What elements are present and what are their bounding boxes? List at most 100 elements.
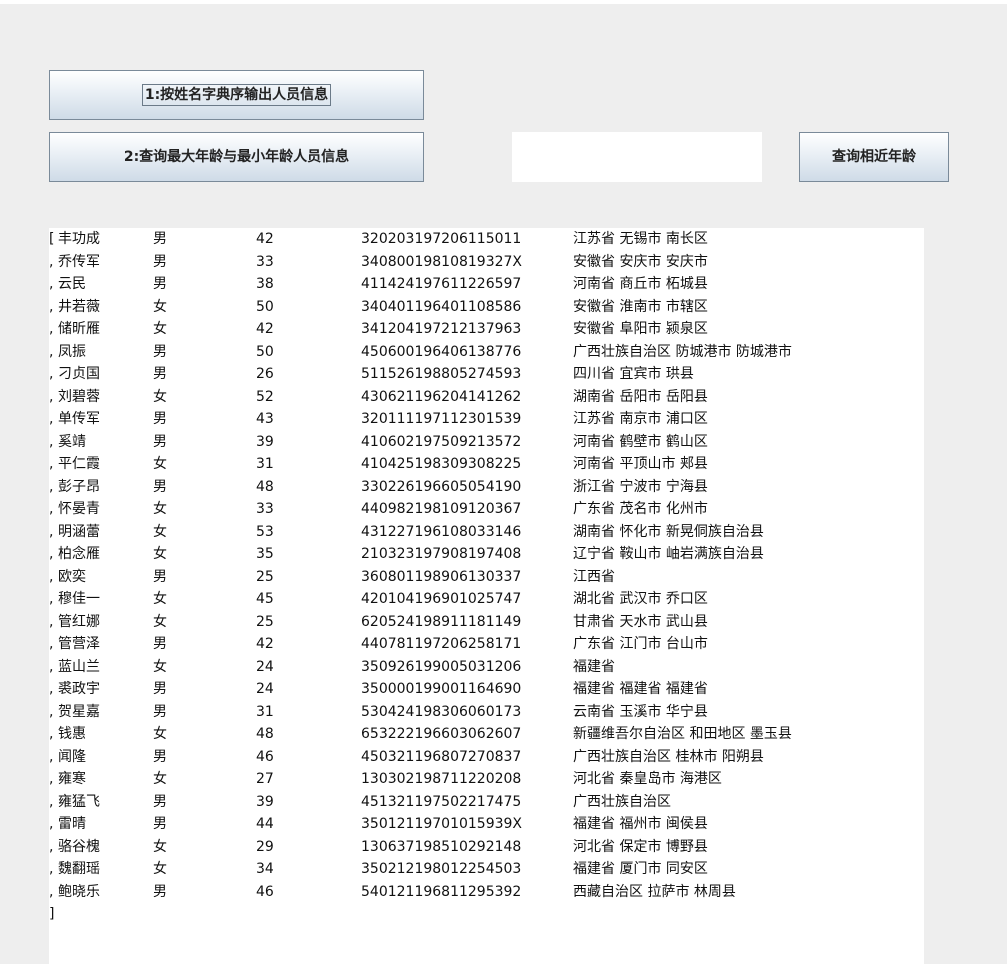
row-prefix: ,: [49, 726, 54, 742]
query-max-min-age-button[interactable]: 2:查询最大年龄与最小年龄人员信息: [49, 132, 424, 182]
person-address: 湖北省 武汉市 乔口区: [573, 591, 708, 607]
person-age: 50: [256, 298, 274, 315]
person-name: 魏翻瑶: [58, 861, 100, 877]
person-age: 43: [256, 411, 274, 427]
person-id-number: 450321196807270837: [361, 748, 522, 765]
person-id-number: 440982198109120367: [361, 501, 522, 517]
person-age: 26: [256, 366, 274, 382]
person-address: 福建省: [573, 658, 615, 675]
person-id-number: 320111197112301539: [361, 411, 522, 427]
person-age: 33: [256, 501, 274, 517]
row-prefix: ,: [49, 343, 54, 360]
person-id-number: 653222196603062607: [361, 726, 522, 742]
person-id-number: 360801198906130337: [361, 568, 522, 585]
row-prefix: ,: [49, 523, 54, 540]
person-name: 蓝山兰: [58, 658, 100, 675]
person-sex: 男: [153, 411, 167, 427]
row-prefix: ,: [49, 838, 54, 855]
person-name: 穆佳一: [58, 591, 100, 607]
person-sex: 女: [153, 456, 167, 472]
person-id-number: 440781197206258171: [361, 636, 522, 652]
person-id-number: 411424197611226597: [361, 276, 522, 292]
person-sex: 男: [153, 748, 167, 765]
person-age: 25: [256, 613, 274, 630]
person-address: 辽宁省 鞍山市 岫岩满族自治县: [573, 546, 764, 562]
person-name: 奚靖: [58, 433, 86, 450]
person-address: 广西壮族自治区: [573, 793, 671, 810]
person-id-number: 350000199001164690: [361, 681, 522, 697]
person-sex: 男: [153, 568, 167, 585]
person-sex: 女: [153, 658, 167, 675]
person-address: 江苏省 无锡市 南长区: [573, 231, 708, 247]
row-prefix: ,: [49, 478, 54, 495]
person-name: 凤振: [58, 343, 86, 360]
row-prefix: ,: [49, 433, 54, 450]
person-id-number: 341204197212137963: [361, 321, 522, 337]
row-prefix: ,: [49, 501, 54, 517]
person-age: 53: [256, 523, 274, 540]
person-id-number: 410425198309308225: [361, 456, 522, 472]
person-id-number: 35012119701015939X: [361, 816, 523, 832]
person-name: 骆谷槐: [58, 838, 100, 855]
row-prefix: ,: [49, 613, 54, 630]
person-address: 浙江省 宁波市 宁海县: [573, 478, 708, 495]
person-name: 钱惠: [58, 726, 86, 742]
person-age: 29: [256, 838, 274, 855]
person-name: 云民: [58, 276, 86, 292]
person-address: 湖南省 怀化市 新晃侗族自治县: [573, 523, 764, 540]
person-id-number: 340401196401108586: [361, 298, 522, 315]
person-age: 46: [256, 748, 274, 765]
query-max-min-age-label: 2:查询最大年龄与最小年龄人员信息: [123, 149, 350, 165]
person-address: 江苏省 南京市 浦口区: [573, 411, 708, 427]
query-similar-age-button[interactable]: 查询相近年龄: [799, 132, 949, 182]
person-sex: 男: [153, 478, 167, 495]
age-input[interactable]: [512, 132, 762, 182]
person-name: 雍猛飞: [58, 793, 100, 810]
person-age: 42: [256, 636, 274, 652]
person-sex: 女: [153, 591, 167, 607]
person-address: 广西壮族自治区 桂林市 阳朔县: [573, 748, 764, 765]
row-prefix: ,: [49, 276, 54, 292]
output-text-area[interactable]: [丰功成男 42 320203197206115011 江苏省 无锡市 南长区, 乔传军…: [49, 228, 924, 964]
person-address: 安徽省 淮南市 市辖区: [573, 298, 708, 315]
row-prefix: ,: [49, 253, 54, 270]
person-sex: 男: [153, 276, 167, 292]
person-id-number: 420104196901025747: [361, 591, 522, 607]
person-address: 广西壮族自治区 防城港市 防城港市: [573, 343, 792, 360]
person-name: 欧奕: [58, 568, 86, 585]
person-sex: 女: [153, 838, 167, 855]
person-id-number: 350212198012254503: [361, 861, 522, 877]
person-name: 贺星嘉: [58, 703, 100, 720]
person-name: 储昕雁: [58, 321, 100, 337]
person-address: 江西省: [573, 568, 615, 585]
person-name: 怀晏青: [58, 501, 100, 517]
row-prefix: ,: [49, 321, 54, 337]
row-prefix: ,: [49, 681, 54, 697]
person-name: 井若薇: [58, 298, 100, 315]
person-id-number: 210323197908197408: [361, 546, 522, 562]
person-id-number: 430621196204141262: [361, 388, 522, 405]
person-name: 雍寒: [58, 771, 86, 787]
person-id-number: 620524198911181149: [361, 613, 522, 630]
person-address: 福建省 厦门市 同安区: [573, 861, 708, 877]
person-address: 广东省 茂名市 化州市: [573, 501, 708, 517]
person-address: 安徽省 阜阳市 颍泉区: [573, 321, 708, 337]
row-prefix: ,: [49, 388, 54, 405]
person-sex: 男: [153, 883, 167, 900]
person-sex: 女: [153, 861, 167, 877]
person-sex: 男: [153, 793, 167, 810]
person-id-number: 320203197206115011: [361, 231, 522, 247]
row-prefix: ,: [49, 366, 54, 382]
person-address: 河南省 鹤壁市 鹤山区: [573, 433, 708, 450]
person-id-number: 431227196108033146: [361, 523, 522, 540]
person-id-number: 130302198711220208: [361, 771, 522, 787]
row-prefix: ,: [49, 861, 54, 877]
person-age: 50: [256, 343, 274, 360]
person-age: 34: [256, 861, 274, 877]
person-sex: 男: [153, 681, 167, 697]
row-prefix: ,: [49, 298, 54, 315]
person-name: 鲍晓乐: [58, 883, 100, 900]
person-sex: 男: [153, 253, 167, 270]
sort-by-name-button[interactable]: 1:按姓名字典序输出人员信息: [49, 70, 424, 120]
person-name: 柏念雁: [58, 546, 100, 562]
